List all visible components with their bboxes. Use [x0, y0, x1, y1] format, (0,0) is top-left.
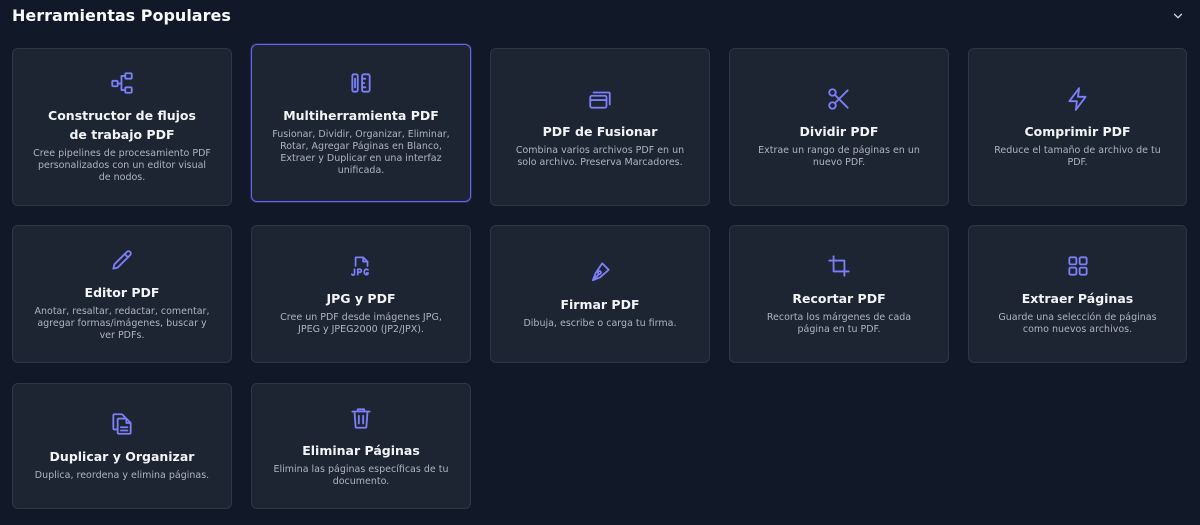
tool-description: Elimina las páginas específicas de tu do…	[273, 463, 449, 487]
tool-title: Dividir PDF	[799, 123, 879, 139]
tool-description: Guarde una selección de páginas como nue…	[998, 311, 1157, 335]
tool-card-merge[interactable]: PDF de Fusionar Combina varios archivos …	[490, 48, 710, 206]
tool-title: Constructor de flujos de trabajo PDF	[48, 108, 196, 142]
tool-card-crop[interactable]: Recortar PDF Recorta los márgenes de cad…	[729, 225, 949, 363]
tool-card-workflow[interactable]: Constructor de flujos de trabajo PDF Cre…	[12, 48, 232, 206]
tool-description: Cree pipelines de procesamiento PDF pers…	[33, 148, 211, 183]
tool-card-delete-pages[interactable]: Eliminar Páginas Elimina las páginas esp…	[251, 383, 471, 509]
tool-title: Firmar PDF	[560, 296, 640, 312]
tool-card-jpg-pdf[interactable]: JPG y PDF Cree un PDF desde imágenes JPG…	[251, 225, 471, 363]
tool-card-editor[interactable]: Editor PDF Anotar, resaltar, redactar, c…	[12, 225, 232, 363]
workflow-icon	[109, 70, 135, 96]
tool-description: Extrae un rango de páginas en un nuevo P…	[758, 144, 920, 168]
tool-title: Extraer Páginas	[1021, 290, 1134, 306]
tool-title: Eliminar Páginas	[302, 442, 420, 458]
pencil-icon	[109, 247, 135, 273]
lightning-icon	[1065, 86, 1091, 112]
tool-title: Editor PDF	[84, 284, 160, 300]
tool-description: Reduce el tamaño de archivo de tu PDF.	[994, 144, 1161, 168]
tool-description: Combina varios archivos PDF en un solo a…	[515, 144, 685, 168]
tool-description: Fusionar, Dividir, Organizar, Eliminar, …	[272, 128, 450, 176]
tools-grid: Constructor de flujos de trabajo PDF Cre…	[0, 0, 1200, 525]
jpg-file-icon	[348, 253, 374, 279]
tool-description: Recorta los márgenes de cada página en t…	[766, 311, 912, 335]
tool-title: Recortar PDF	[792, 290, 886, 306]
pen-nib-icon	[587, 259, 613, 285]
tool-card-extract[interactable]: Extraer Páginas Guarde una selección de …	[968, 225, 1187, 363]
tool-title: PDF de Fusionar	[542, 123, 658, 139]
tool-title: JPG y PDF	[326, 290, 396, 306]
crop-icon	[826, 253, 852, 279]
tool-card-sign[interactable]: Firmar PDF Dibuja, escribe o carga tu fi…	[490, 225, 710, 363]
tool-title: Comprimir PDF	[1024, 123, 1131, 139]
tool-card-multitool[interactable]: Multiherramienta PDF Fusionar, Dividir, …	[251, 44, 471, 202]
tool-card-duplicate[interactable]: Duplicar y Organizar Duplica, reordena y…	[12, 383, 232, 509]
grid-icon	[1065, 253, 1091, 279]
scissors-icon	[826, 86, 852, 112]
trash-icon	[348, 405, 374, 431]
tool-title: Duplicar y Organizar	[49, 448, 195, 464]
tool-title: Multiherramienta PDF	[283, 107, 439, 123]
tool-description: Cree un PDF desde imágenes JPG, JPEG y J…	[280, 311, 442, 335]
tool-card-compress[interactable]: Comprimir PDF Reduce el tamaño de archiv…	[968, 48, 1187, 206]
tool-description: Anotar, resaltar, redactar, comentar, ag…	[34, 305, 210, 341]
tool-card-split[interactable]: Dividir PDF Extrae un rango de páginas e…	[729, 48, 949, 206]
tools-icon	[348, 70, 374, 96]
copy-file-icon	[109, 411, 135, 437]
tool-description: Duplica, reordena y elimina páginas.	[34, 469, 210, 481]
tool-description: Dibuja, escribe o carga tu firma.	[523, 317, 677, 329]
merge-stack-icon	[587, 86, 613, 112]
